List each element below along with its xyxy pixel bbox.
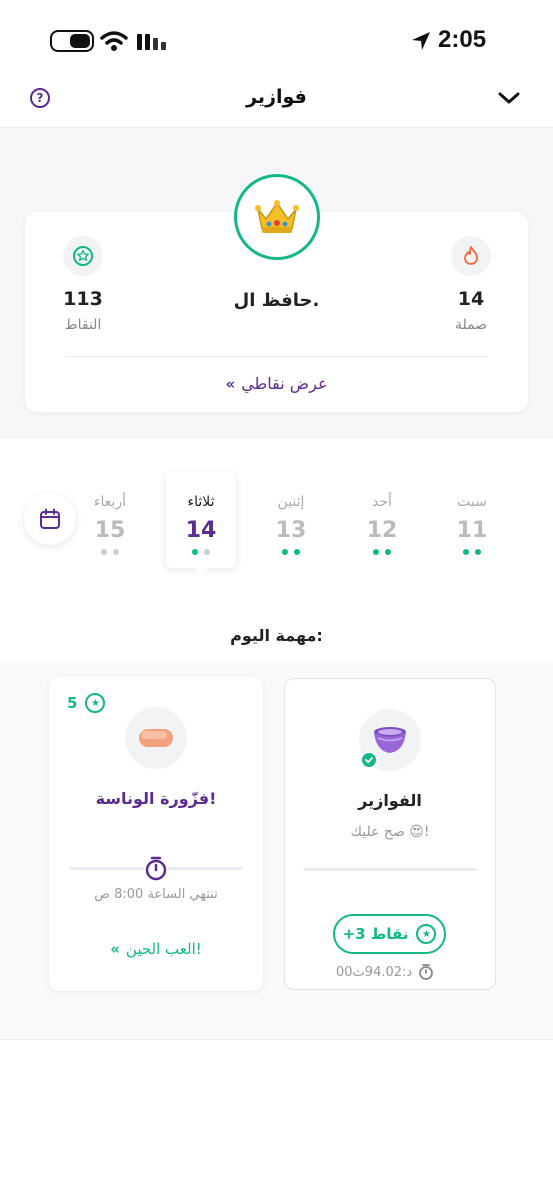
- chevron-down-icon[interactable]: [497, 88, 521, 108]
- calendar-icon: [40, 508, 60, 529]
- check-icon: [360, 751, 378, 769]
- view-points-link[interactable]: « عرض نقاطي: [0, 374, 553, 393]
- timer-value: 00د:94.02ث: [336, 964, 413, 980]
- star-circle-icon: ★: [85, 693, 106, 713]
- battery-icon: [50, 30, 94, 52]
- fire-icon: [451, 236, 491, 276]
- stopwatch-icon: [144, 856, 168, 881]
- day-dots: [80, 549, 140, 555]
- points-badge: 5 ★: [67, 693, 106, 713]
- status-bar: 2:05: [0, 0, 553, 82]
- day-dots: [442, 549, 502, 555]
- status-time: 2:05: [438, 26, 487, 53]
- riddle-icon: [125, 707, 187, 769]
- day-wednesday[interactable]: أربعاء 15: [80, 494, 140, 555]
- page-title: فوازير: [246, 86, 307, 108]
- day-number: 14: [185, 518, 217, 543]
- day-number: 12: [366, 518, 398, 543]
- reward-label: +3 نقاط: [342, 925, 409, 943]
- task-title: الفوازير: [358, 791, 422, 810]
- star-circle-icon: [63, 236, 103, 276]
- wifi-icon: [100, 31, 128, 51]
- double-chevron-icon: «: [225, 374, 236, 393]
- avatar: [234, 174, 320, 260]
- divider: [65, 356, 488, 357]
- day-name: سبت: [457, 494, 487, 510]
- task-title: فزّورة الوناسة!: [95, 789, 217, 808]
- reward-pill: +3 نقاط ★: [333, 914, 446, 954]
- day-tuesday[interactable]: ثلاثاء 14: [166, 472, 236, 568]
- crown-icon: [255, 200, 299, 233]
- day-dots: [261, 549, 321, 555]
- signal-icon: [137, 34, 166, 50]
- progress-track: [303, 868, 477, 871]
- stopwatch-icon: [419, 964, 434, 980]
- day-name: أربعاء: [93, 494, 127, 510]
- day-name: ثلاثاء: [187, 494, 215, 510]
- points-label: النقاط: [64, 317, 102, 333]
- star-circle-icon: ★: [416, 924, 437, 944]
- task-subtitle: صح عليك 😍!: [350, 824, 430, 840]
- day-number: 13: [275, 518, 307, 543]
- task-card-riddle[interactable]: فزّورة الوناسة! تنتهي الساعة 8:00 ص « ال…: [49, 677, 263, 991]
- streak-label: صملة: [454, 317, 488, 333]
- day-name: إثنين: [277, 494, 305, 510]
- day-pointer: [193, 567, 209, 576]
- double-chevron-icon: «: [110, 940, 120, 958]
- view-points-label: عرض نقاطي: [241, 374, 328, 393]
- day-dots: [166, 549, 236, 555]
- day-monday[interactable]: إثنين 13: [261, 494, 321, 555]
- ends-time: تنتهي الساعة 8:00 ص: [94, 887, 218, 902]
- day-number: 11: [456, 518, 488, 543]
- play-now-button[interactable]: « العب الحين!: [49, 940, 263, 958]
- points-count: 5: [67, 694, 78, 712]
- location-arrow-icon: [412, 32, 430, 50]
- day-saturday[interactable]: سبت 11: [442, 494, 502, 555]
- day-dots: [352, 549, 412, 555]
- calendar-button[interactable]: [24, 493, 76, 545]
- app-header: ? فوازير: [0, 82, 553, 128]
- user-name: حافظ ال.: [233, 290, 320, 311]
- completion-timer: 00د:94.02ث: [336, 963, 434, 981]
- play-now-label: العب الحين!: [125, 940, 202, 958]
- day-sunday[interactable]: أحد 12: [352, 494, 412, 555]
- task-section-title: مهمة اليوم:: [230, 626, 323, 645]
- day-number: 15: [94, 518, 126, 543]
- day-name: أحد: [372, 494, 392, 510]
